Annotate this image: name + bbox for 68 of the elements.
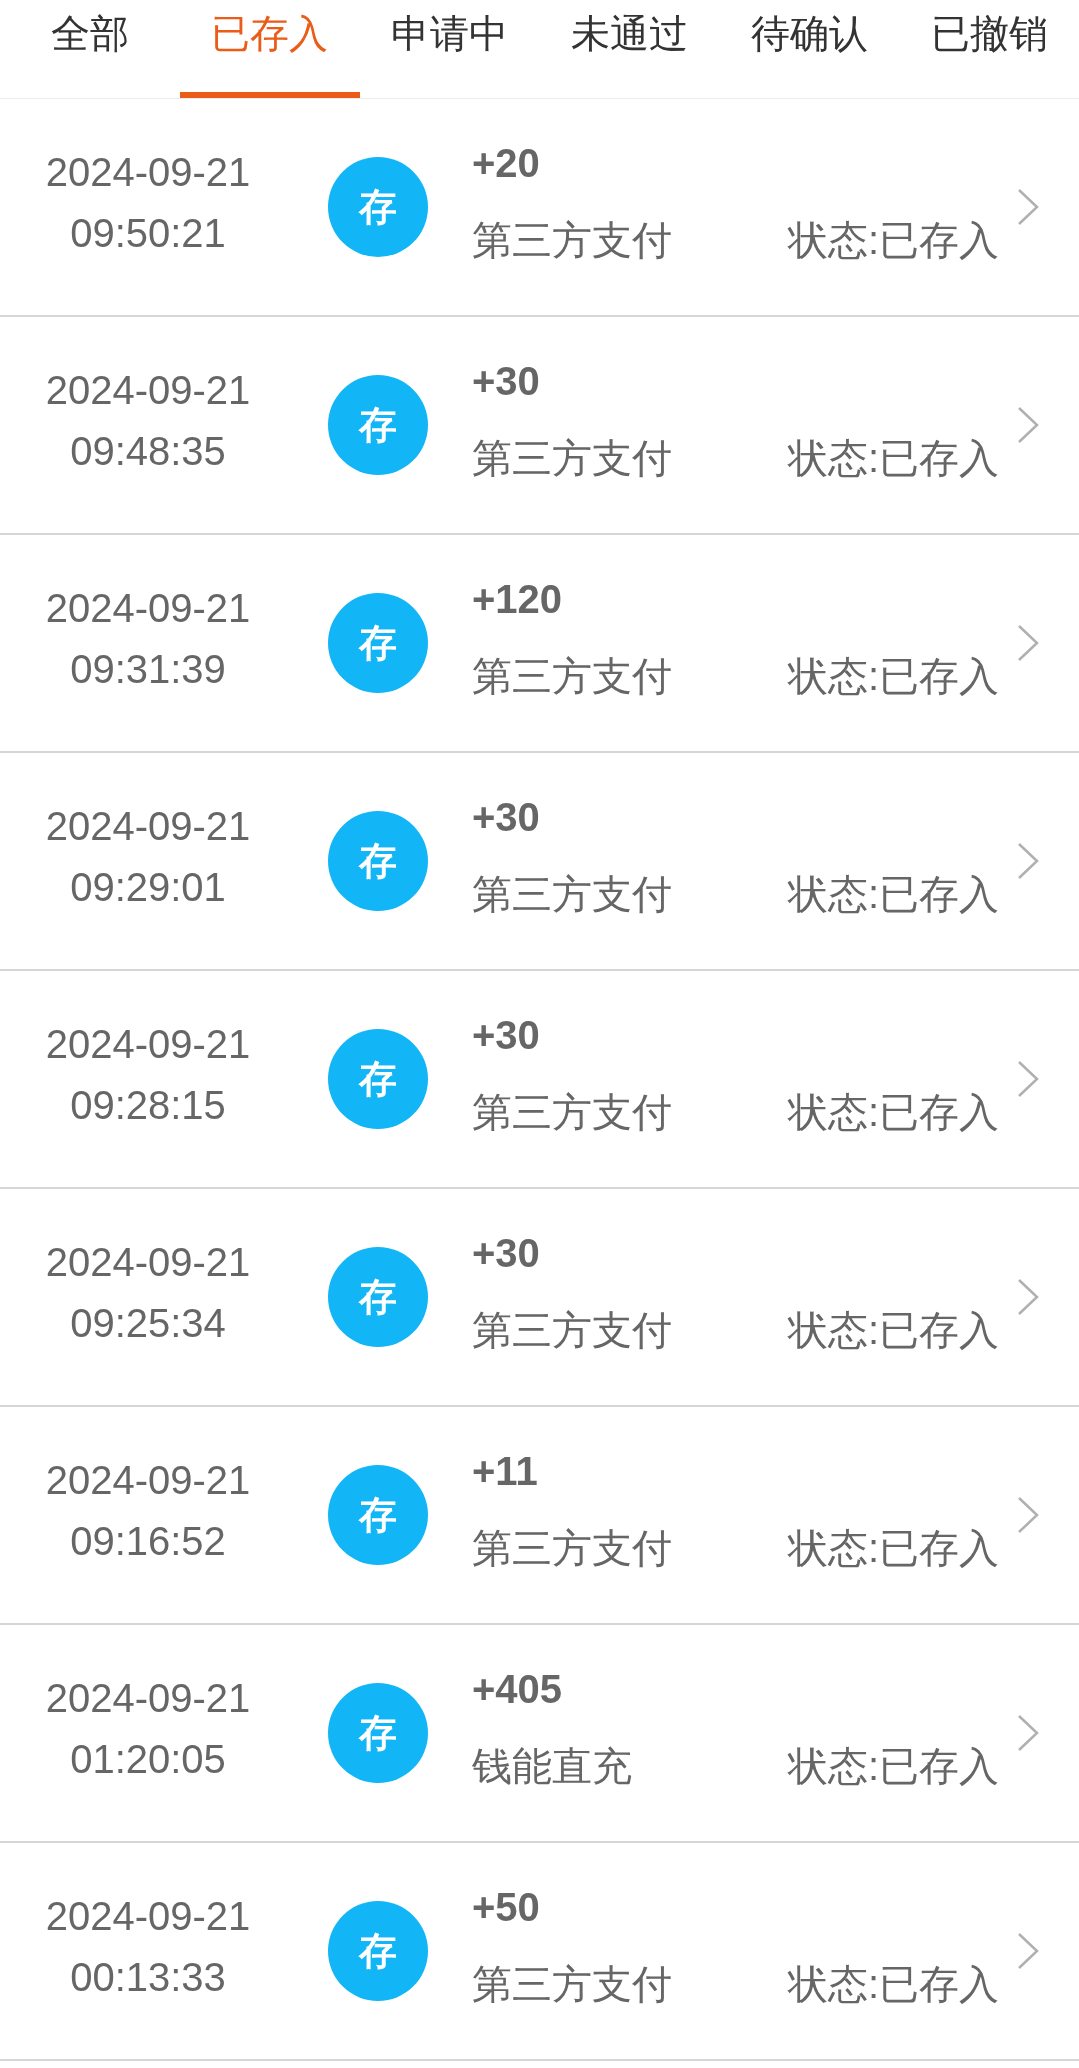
record-date: 2024-09-21: [45, 1675, 251, 1722]
record-time: 00:13:33: [70, 1954, 226, 2001]
record-amount: +120: [472, 575, 563, 623]
record-status: 状态:已存入: [787, 434, 999, 482]
record-time: 09:16:52: [70, 1518, 226, 1565]
record-date: 2024-09-21: [45, 1893, 251, 1940]
deposit-badge-icon: 存: [328, 811, 428, 911]
record-amount: +11: [472, 1447, 538, 1495]
tab[interactable]: 已撤销: [899, 0, 1079, 98]
deposit-badge-icon: 存: [328, 1029, 428, 1129]
tab[interactable]: 待确认: [719, 0, 900, 98]
record-time: 09:29:01: [70, 864, 226, 911]
deposit-badge-icon: 存: [328, 1683, 428, 1783]
chevron-right-icon[interactable]: [1017, 406, 1039, 444]
deposit-badge-icon: 存: [328, 1901, 428, 2001]
record-time: 01:20:05: [70, 1736, 226, 1783]
record-date: 2024-09-21: [45, 149, 251, 196]
payment-method: 第三方支付: [472, 1306, 672, 1354]
chevron-right-icon[interactable]: [1017, 188, 1039, 226]
chevron-right-icon[interactable]: [1017, 624, 1039, 662]
payment-method: 钱能直充: [472, 1742, 632, 1790]
tab[interactable]: 未通过: [539, 0, 720, 98]
record-amount: +30: [472, 793, 540, 841]
record-time: 09:48:35: [70, 428, 226, 475]
record-time: 09:28:15: [70, 1082, 226, 1129]
payment-method: 第三方支付: [472, 434, 672, 482]
record-time: 09:31:39: [70, 646, 226, 693]
record-status: 状态:已存入: [787, 870, 999, 918]
deposit-badge-icon: 存: [328, 1465, 428, 1565]
record-date: 2024-09-21: [45, 1021, 251, 1068]
record-status: 状态:已存入: [787, 1742, 999, 1790]
payment-method: 第三方支付: [472, 216, 672, 264]
deposit-badge-icon: 存: [328, 375, 428, 475]
record-amount: +20: [472, 139, 540, 187]
record-time: 09:50:21: [70, 210, 226, 257]
deposit-badge-icon: 存: [328, 593, 428, 693]
chevron-right-icon[interactable]: [1017, 1060, 1039, 1098]
payment-method: 第三方支付: [472, 1960, 672, 2008]
tab[interactable]: 申请中: [359, 0, 540, 98]
record-status: 状态:已存入: [787, 652, 999, 700]
record-date: 2024-09-21: [45, 585, 251, 632]
payment-method: 第三方支付: [472, 1088, 672, 1136]
chevron-right-icon[interactable]: [1017, 1714, 1039, 1752]
record-status: 状态:已存入: [787, 1306, 999, 1354]
tab[interactable]: 全部: [0, 0, 180, 98]
chevron-right-icon[interactable]: [1017, 1496, 1039, 1534]
record-status: 状态:已存入: [787, 1524, 999, 1572]
payment-method: 第三方支付: [472, 652, 672, 700]
chevron-right-icon[interactable]: [1017, 1278, 1039, 1316]
payment-method: 第三方支付: [472, 1524, 672, 1572]
record-amount: +405: [472, 1665, 563, 1713]
chevron-right-icon[interactable]: [1017, 842, 1039, 880]
record-status: 状态:已存入: [787, 1088, 999, 1136]
record-status: 状态:已存入: [787, 216, 999, 264]
record-date: 2024-09-21: [45, 1239, 251, 1286]
record-amount: +30: [472, 1229, 540, 1277]
record-date: 2024-09-21: [45, 803, 251, 850]
deposit-badge-icon: 存: [328, 157, 428, 257]
record-time: 09:25:34: [70, 1300, 226, 1347]
chevron-right-icon[interactable]: [1017, 1932, 1039, 1970]
record-date: 2024-09-21: [45, 367, 251, 414]
record-amount: +30: [472, 357, 540, 405]
record-amount: +30: [472, 1011, 540, 1059]
record-amount: +50: [472, 1883, 540, 1931]
record-date: 2024-09-21: [45, 1457, 251, 1504]
payment-method: 第三方支付: [472, 870, 672, 918]
record-status: 状态:已存入: [787, 1960, 999, 2008]
deposit-badge-icon: 存: [328, 1247, 428, 1347]
